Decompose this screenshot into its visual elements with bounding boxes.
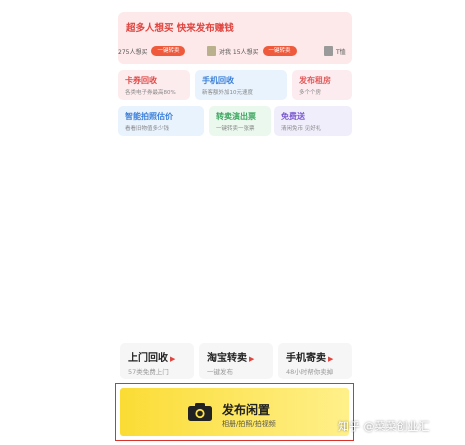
banner-title: 超多人想买 快来发布赚钱 [126,23,234,34]
service-subtitle: 48小时帮你卖掉 [286,368,334,376]
service-title: 手机寄卖 [286,353,326,364]
service-title: 淘宝转卖 [207,353,247,364]
watermark: 知乎 @菜菜创业汇 [338,420,430,433]
card-coupon-recycle[interactable]: 卡券回收 各类电子券最高80% [118,70,190,100]
item-thumbnail [207,46,216,56]
card-subtitle: 新客额外加10元速度 [202,90,253,96]
arrow-right-icon: ▶ [170,355,176,363]
service-title: 上门回收 [128,353,168,364]
card-subtitle: 一键转卖一张票 [216,126,255,132]
resell-button[interactable]: 一键转卖 [151,46,186,56]
publish-highlight-frame: 发布闲置 相册/拍照/拍视频 [115,383,354,441]
card-photo-appraise[interactable]: 智能拍照估价 看看旧物值多少钱 [118,106,204,136]
publish-title: 发布闲置 [222,403,271,417]
card-free-give[interactable]: 免费送 清闲免币 见好礼 [274,106,352,136]
card-title: 智能拍照估价 [125,112,173,121]
hot-wanted-banner[interactable]: 超多人想买 快来发布赚钱 275人想买 一键转卖 对我 15人想买 一键转卖 T… [118,12,352,64]
item-thumbnail [324,46,333,56]
banner-item-text: T恤 [336,48,346,56]
card-title: 发布租房 [299,76,331,85]
card-subtitle: 多个个房 [299,90,322,96]
card-rent-house[interactable]: 发布租房 多个个房 [292,70,352,100]
camera-icon [188,403,212,421]
card-subtitle: 清闲免币 见好礼 [281,126,322,132]
banner-items: 275人想买 一键转卖 对我 15人想买 一键转卖 T恤 [118,44,352,58]
card-subtitle: 看看旧物值多少钱 [125,126,170,132]
card-resell-ticket[interactable]: 转卖演出票 一键转卖一张票 [209,106,271,136]
arrow-right-icon: ▶ [328,355,334,363]
banner-item[interactable]: T恤 [324,44,350,58]
service-phone-consign[interactable]: 手机寄卖 ▶ 48小时帮你卖掉 [278,343,352,379]
card-subtitle: 各类电子券最高80% [125,90,176,96]
service-subtitle: 57类免费上门 [128,368,169,376]
banner-item-text: 对我 15人想买 [219,48,259,56]
card-title: 手机回收 [202,76,234,85]
service-home-pickup[interactable]: 上门回收 ▶ 57类免费上门 [120,343,194,379]
banner-item[interactable]: 对我 15人想买 一键转卖 [207,44,297,58]
card-title: 转卖演出票 [216,112,256,121]
resell-button[interactable]: 一键转卖 [262,46,297,56]
banner-item-text: 275人想买 [118,48,148,56]
card-title: 免费送 [281,112,305,121]
arrow-right-icon: ▶ [249,355,255,363]
service-subtitle: 一键发布 [207,368,233,376]
publish-button[interactable]: 发布闲置 相册/拍照/拍视频 [120,388,349,436]
card-phone-recycle[interactable]: 手机回收 新客额外加10元速度 [195,70,287,100]
publish-subtitle: 相册/拍照/拍视频 [222,420,276,428]
banner-item[interactable]: 275人想买 一键转卖 [118,44,186,58]
service-taobao-resell[interactable]: 淘宝转卖 ▶ 一键发布 [199,343,273,379]
card-title: 卡券回收 [125,76,157,85]
